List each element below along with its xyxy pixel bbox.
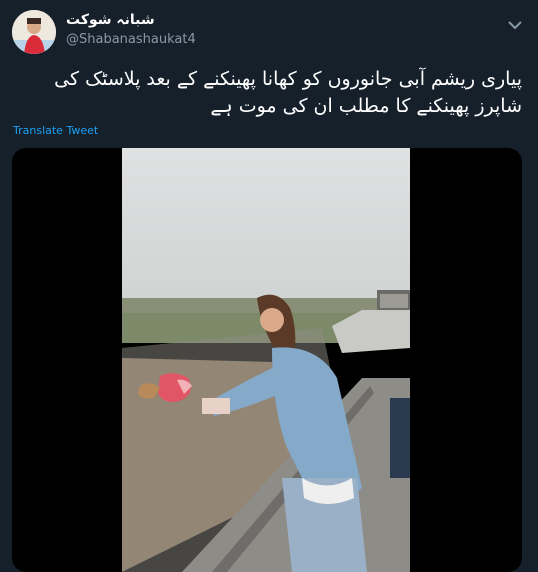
author-info: شبانہ شوکت @Shabanashaukat4 <box>66 12 196 47</box>
avatar-image <box>12 10 56 54</box>
avatar[interactable] <box>12 10 56 54</box>
display-name[interactable]: شبانہ شوکت <box>66 12 196 28</box>
translate-tweet-link[interactable]: Translate Tweet <box>13 124 98 137</box>
tweet-card: شبانہ شوکت @Shabanashaukat4 پیاری ریشم آ… <box>0 0 538 572</box>
tweet-text: پیاری ریشم آبی جانوروں کو کھانا پھینکنے … <box>54 68 522 117</box>
more-options-icon[interactable] <box>506 16 524 34</box>
tweet-header: شبانہ شوکت @Shabanashaukat4 <box>12 10 526 58</box>
tweet-video[interactable] <box>12 148 522 572</box>
user-handle[interactable]: @Shabanashaukat4 <box>66 32 196 47</box>
video-frame <box>122 148 410 572</box>
